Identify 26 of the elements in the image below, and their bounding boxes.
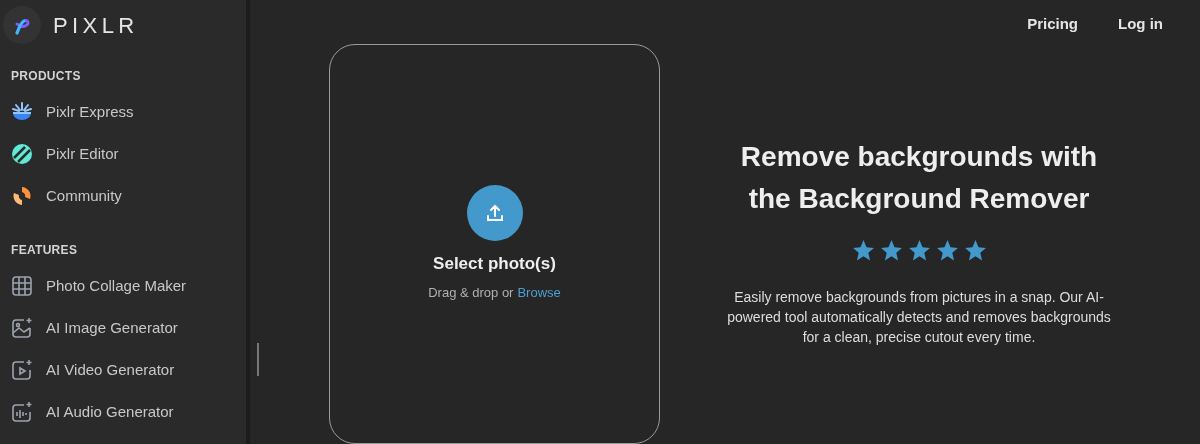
video-sparkle-icon — [10, 358, 34, 382]
sidebar-item[interactable]: Pixlr Express — [0, 91, 246, 133]
grid-icon — [10, 274, 34, 298]
sidebar-item[interactable]: AI Audio Generator — [0, 391, 246, 433]
resize-handle[interactable] — [257, 343, 259, 376]
upload-title: Select photo(s) — [433, 253, 556, 275]
audio-sparkle-icon — [10, 400, 34, 424]
browse-link[interactable]: Browse — [517, 282, 561, 302]
sidebar-item[interactable]: Community — [0, 175, 246, 217]
hero-title: Remove backgrounds with the Background Remover — [739, 140, 1099, 216]
section-heading: PRODUCTS — [10, 68, 82, 85]
nav-link[interactable]: Log in — [1118, 13, 1163, 44]
sidebar-item[interactable]: Pixlr Editor — [0, 133, 246, 175]
section-heading: FEATURES — [10, 242, 79, 259]
sidebar-item[interactable]: AI Image Generator — [0, 307, 246, 349]
brand-name: PIXLR — [53, 11, 139, 40]
nav-link[interactable]: Pricing — [1027, 13, 1078, 44]
sidebar-item[interactable]: AI Video Generator — [0, 349, 246, 391]
upload-icon — [484, 203, 505, 223]
logo-icon — [3, 6, 41, 44]
hero-description: Easily remove backgrounds from pictures in a snap. Our AI-powered tool automatically detects and removes backgrounds for a clean, precise cutout every time. — [726, 288, 1112, 347]
upload-hint: Drag & drop or — [428, 283, 514, 302]
image-sparkle-icon — [10, 316, 34, 340]
sidebar-item[interactable]: Photo Collage Maker — [0, 265, 246, 307]
stripes-icon — [10, 142, 34, 166]
upload-card[interactable]: Select photo(s) Drag & drop or Browse — [329, 44, 660, 444]
